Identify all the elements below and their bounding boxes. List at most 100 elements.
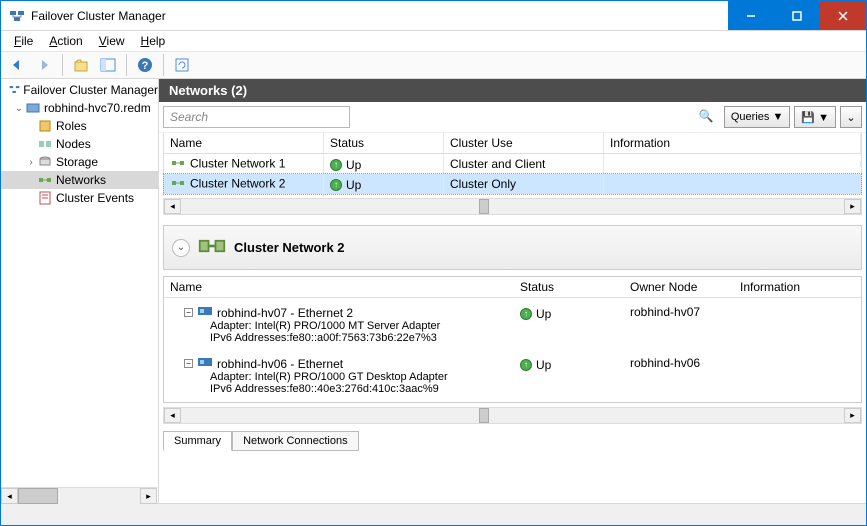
connections-header: Name Status Owner Node Information (164, 277, 861, 298)
collapse-icon[interactable]: − (184, 359, 193, 368)
menu-help[interactable]: Help (134, 33, 173, 49)
svg-text:?: ? (142, 60, 149, 72)
nodes-icon (37, 136, 53, 152)
tree-label: robhind-hvc70.redm (44, 101, 151, 115)
tree-label: Nodes (56, 137, 91, 151)
tree-label: Cluster Events (56, 191, 134, 205)
conn-adapter: Adapter: Intel(R) PRO/1000 MT Server Ada… (170, 320, 508, 332)
forward-button[interactable] (32, 53, 56, 77)
navigation-tree[interactable]: Failover Cluster Manager ⌄ robhind-hvc70… (1, 79, 159, 503)
conn-name: robhind-hv07 - Ethernet 2 (217, 306, 353, 320)
up-icon: ↑ (520, 359, 532, 371)
menu-view[interactable]: View (92, 33, 132, 49)
scroll-right-icon[interactable]: ▸ (844, 199, 861, 214)
refresh-button[interactable] (170, 53, 194, 77)
storage-icon (37, 154, 53, 170)
app-icon (9, 8, 25, 24)
col-name[interactable]: Name (164, 133, 324, 153)
col-owner[interactable]: Owner Node (624, 277, 734, 297)
events-icon (37, 190, 53, 206)
roles-icon (37, 118, 53, 134)
list-h-scrollbar[interactable]: ◂ ▸ (163, 198, 862, 215)
col-info[interactable]: Information (604, 133, 861, 153)
conn-status: Up (536, 307, 551, 321)
tree-nodes[interactable]: Nodes (1, 135, 158, 153)
scroll-thumb[interactable] (479, 408, 489, 423)
up-icon: ↑ (520, 308, 532, 320)
tab-network-connections[interactable]: Network Connections (232, 431, 359, 451)
connection-row[interactable]: − robhind-hv07 - Ethernet 2 Adapter: Inte… (164, 302, 861, 347)
queries-button[interactable]: Queries ▼ (724, 106, 790, 128)
tree-cluster[interactable]: ⌄ robhind-hvc70.redm (1, 99, 158, 117)
detail-title: Cluster Network 2 (234, 240, 345, 255)
cell-use: Cluster Only (444, 174, 604, 194)
main-panel: Networks (2) 🔍 Queries ▼ 💾 ▼ ⌄ Name Stat… (159, 79, 866, 503)
cell-status: Up (346, 158, 361, 172)
cell-info (604, 181, 861, 187)
back-button[interactable] (5, 53, 29, 77)
scroll-right-icon[interactable]: ▸ (140, 488, 157, 504)
search-input[interactable] (163, 106, 350, 128)
conn-ipv6: IPv6 Addresses:fe80::40e3:276d:410c:3aac… (170, 383, 508, 395)
col-use[interactable]: Cluster Use (444, 133, 604, 153)
cell-name: Cluster Network 1 (190, 156, 285, 170)
list-row[interactable]: Cluster Network 2 ↑Up Cluster Only (164, 174, 861, 194)
minimize-button[interactable] (728, 1, 774, 30)
menu-action[interactable]: Action (42, 33, 89, 49)
chevron-right-icon[interactable]: › (25, 157, 37, 168)
tree-cluster-events[interactable]: Cluster Events (1, 189, 158, 207)
scroll-left-icon[interactable]: ◂ (164, 408, 181, 423)
search-icon[interactable]: 🔍 (699, 109, 714, 123)
nic-icon (197, 356, 213, 371)
show-hide-tree-button[interactable] (96, 53, 120, 77)
collapse-icon[interactable]: ⌄ (172, 239, 190, 257)
tree-label: Failover Cluster Manager (23, 83, 158, 97)
scroll-left-icon[interactable]: ◂ (164, 199, 181, 214)
tree-h-scrollbar[interactable]: ◂ ▸ (1, 487, 157, 504)
cluster-icon (25, 100, 41, 116)
expand-button[interactable]: ⌄ (840, 106, 862, 128)
close-button[interactable] (820, 1, 866, 30)
conn-owner: robhind-hv07 (624, 302, 734, 347)
queries-label: Queries (731, 111, 770, 123)
menu-file[interactable]: File (7, 33, 40, 49)
help-button[interactable]: ? (133, 53, 157, 77)
tab-strip: Summary Network Connections (163, 430, 862, 450)
col-status[interactable]: Status (514, 277, 624, 297)
chevron-down-icon[interactable]: ⌄ (13, 103, 25, 114)
cell-info (604, 161, 861, 167)
tree-networks[interactable]: Networks (1, 171, 158, 189)
cell-status: Up (346, 178, 361, 192)
window-title: Failover Cluster Manager (31, 9, 728, 23)
conn-info (734, 302, 861, 347)
scroll-thumb[interactable] (18, 488, 58, 504)
up-button[interactable] (69, 53, 93, 77)
col-info[interactable]: Information (734, 277, 861, 297)
toolbar: ? (1, 51, 866, 79)
tab-summary[interactable]: Summary (163, 431, 232, 451)
conn-ipv6: IPv6 Addresses:fe80::a00f:7563:73b6:22e7… (170, 332, 508, 344)
scroll-left-icon[interactable]: ◂ (1, 488, 18, 504)
cell-use: Cluster and Client (444, 154, 604, 174)
collapse-icon[interactable]: − (184, 308, 193, 317)
conn-status: Up (536, 358, 551, 372)
conn-h-scrollbar[interactable]: ◂ ▸ (163, 407, 862, 424)
tree-root[interactable]: Failover Cluster Manager (1, 81, 158, 99)
scroll-thumb[interactable] (479, 199, 489, 214)
maximize-button[interactable] (774, 1, 820, 30)
col-name[interactable]: Name (164, 277, 514, 297)
tree-storage[interactable]: › Storage (1, 153, 158, 171)
tree-label: Roles (56, 119, 87, 133)
col-status[interactable]: Status (324, 133, 444, 153)
conn-info (734, 353, 861, 398)
cluster-manager-icon (9, 82, 20, 98)
network-icon (198, 232, 226, 263)
scroll-right-icon[interactable]: ▸ (844, 408, 861, 423)
tree-label: Networks (56, 173, 106, 187)
status-bar (1, 503, 866, 525)
save-button[interactable]: 💾 ▼ (794, 106, 836, 128)
connection-row[interactable]: −robhind-hv06 - Ethernet Adapter: Intel(… (164, 353, 861, 398)
tree-roles[interactable]: Roles (1, 117, 158, 135)
nic-icon (197, 305, 213, 320)
title-bar: Failover Cluster Manager (1, 1, 866, 31)
